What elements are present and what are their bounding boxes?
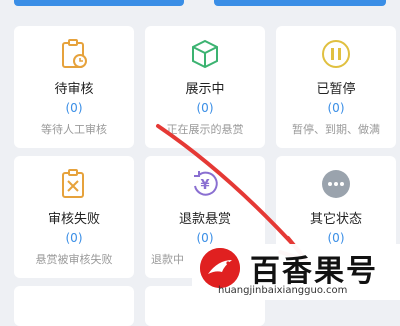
- svg-text:¥: ¥: [200, 178, 209, 193]
- card-count: (0): [196, 101, 214, 115]
- card-description: 暂停、到期、做满: [292, 123, 380, 136]
- card-paused[interactable]: 已暂停 (0) 暂停、到期、做满: [276, 26, 396, 148]
- watermark-url: huangjinbaixiangguo.com: [218, 285, 348, 296]
- card-partial[interactable]: [14, 286, 134, 326]
- card-description: 正在展示的悬赏: [166, 123, 244, 136]
- watermark: 百香果号 huangjinbaixiangguo.com: [192, 244, 400, 300]
- clipboard-x-icon: [58, 168, 90, 200]
- card-title: 已暂停: [316, 82, 356, 97]
- card-title: 展示中: [185, 82, 225, 97]
- cube-icon: [189, 38, 221, 70]
- clipboard-clock-icon: [58, 38, 90, 70]
- watermark-brand: 百香果号: [250, 254, 378, 289]
- card-count: (0): [196, 231, 214, 245]
- more-dots-icon: [320, 168, 352, 200]
- card-count: (0): [327, 231, 345, 245]
- pause-circle-icon: [320, 38, 352, 70]
- logo-icon: [200, 248, 240, 288]
- card-description: 等待人工审核: [41, 123, 107, 136]
- card-review-failed[interactable]: 审核失败 (0) 悬赏被审核失败: [14, 156, 134, 278]
- yen-refund-icon: ¥: [189, 168, 221, 200]
- card-pending-review[interactable]: 待审核 (0) 等待人工审核: [14, 26, 134, 148]
- card-count: (0): [327, 101, 345, 115]
- card-title: 退款悬赏: [178, 212, 231, 227]
- card-title: 待审核: [54, 82, 94, 97]
- card-description: 悬赏被审核失败: [35, 253, 113, 266]
- top-left-button[interactable]: [14, 0, 184, 6]
- card-displaying[interactable]: 展示中 (0) 正在展示的悬赏: [145, 26, 265, 148]
- card-title: 审核失败: [47, 212, 100, 227]
- card-count: (0): [65, 231, 83, 245]
- card-title: 其它状态: [309, 212, 362, 227]
- card-count: (0): [65, 101, 83, 115]
- top-right-button[interactable]: [214, 0, 386, 6]
